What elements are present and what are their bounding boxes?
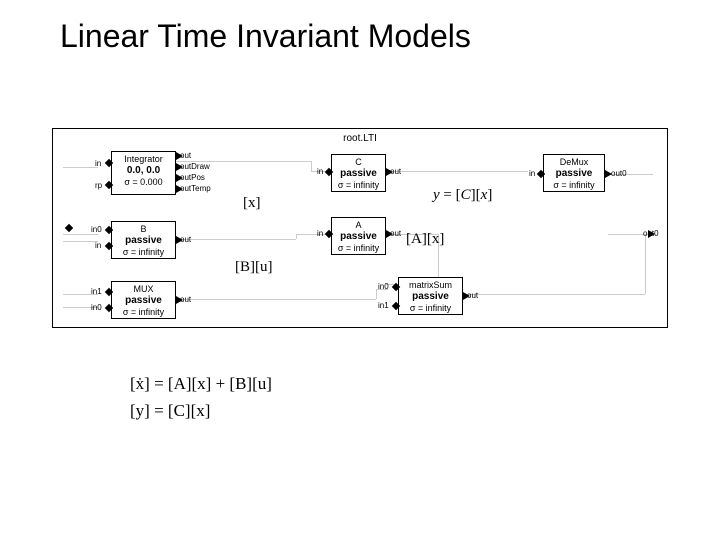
port-out-icon xyxy=(176,152,183,160)
slide-title: Linear Time Invariant Models xyxy=(60,18,471,55)
block-state: passive xyxy=(334,231,383,243)
equations: [ẋ] = [A][x] + [B][u] [y] = [C][x] xyxy=(130,370,272,424)
block-name: A xyxy=(334,220,383,231)
port-in-icon xyxy=(65,224,73,232)
block-state: passive xyxy=(334,168,383,180)
block-value: 0.0, 0.0 xyxy=(114,165,173,177)
wire xyxy=(311,161,312,171)
port-out-icon xyxy=(176,296,183,304)
wire xyxy=(465,294,645,295)
port-label: in1 xyxy=(378,301,389,310)
port-label: outDraw xyxy=(180,162,210,171)
block-state: passive xyxy=(401,291,460,303)
port-out-icon xyxy=(648,230,655,238)
block-name: B xyxy=(114,224,173,235)
block-sigma: σ = infinity xyxy=(334,243,383,254)
block-sigma: σ = infinity xyxy=(114,247,173,258)
port-label: in0 xyxy=(91,303,102,312)
math-label-Bu: [B][u] xyxy=(235,259,273,276)
port-label: out0 xyxy=(611,169,627,178)
wire xyxy=(63,234,98,235)
math-label-Ax: [A][x] xyxy=(406,231,444,248)
math-label-x: [x] xyxy=(243,195,261,212)
port-out-icon xyxy=(176,174,183,182)
block-B[interactable]: B passive σ = infinity xyxy=(111,221,176,259)
wire xyxy=(181,239,296,240)
block-name: matrixSum xyxy=(401,280,460,291)
port-label: outPos xyxy=(180,173,205,182)
block-A[interactable]: A passive σ = infinity xyxy=(331,217,386,255)
port-out-icon xyxy=(386,168,393,176)
block-name: MUX xyxy=(114,284,173,295)
block-sigma: σ = 0.000 xyxy=(114,177,173,188)
block-sigma: σ = infinity xyxy=(114,307,173,318)
wire xyxy=(63,241,98,242)
block-state: passive xyxy=(546,168,602,180)
wire xyxy=(513,171,528,172)
port-out-icon xyxy=(176,163,183,171)
port-out-icon xyxy=(463,292,470,300)
port-label: in xyxy=(317,167,323,176)
root-label: root.LTI xyxy=(343,133,377,144)
block-name: DeMux xyxy=(546,157,602,168)
port-label: in1 xyxy=(91,287,102,296)
equation-2: [y] = [C][x] xyxy=(130,397,272,424)
wire xyxy=(63,167,98,168)
wire xyxy=(181,299,376,300)
math-label-y: y = [C][x] xyxy=(433,187,492,204)
port-out-icon xyxy=(176,236,183,244)
block-name: C xyxy=(334,157,383,168)
port-out-icon xyxy=(176,185,183,193)
block-state: passive xyxy=(114,295,173,307)
port-label: in xyxy=(529,169,535,178)
port-out-icon xyxy=(605,170,612,178)
block-MUX[interactable]: MUX passive σ = infinity xyxy=(111,281,176,319)
block-name: Integrator xyxy=(114,154,173,165)
block-sigma: σ = infinity xyxy=(334,180,383,191)
block-sigma: σ = infinity xyxy=(401,303,460,314)
block-matrixSum[interactable]: matrixSum passive σ = infinity xyxy=(398,277,463,315)
block-DeMux[interactable]: DeMux passive σ = infinity xyxy=(543,154,605,192)
equation-1: [ẋ] = [A][x] + [B][u] xyxy=(130,370,272,397)
block-integrator[interactable]: Integrator 0.0, 0.0 σ = 0.000 xyxy=(111,151,176,195)
diagram-frame: root.LTI Integrator 0.0, 0.0 σ = 0.000 i… xyxy=(52,128,668,328)
wire xyxy=(645,234,646,294)
port-label: in0 xyxy=(378,282,389,291)
block-state: passive xyxy=(114,235,173,247)
block-C[interactable]: C passive σ = infinity xyxy=(331,154,386,192)
port-label: in xyxy=(95,241,101,250)
port-label: in xyxy=(317,229,323,238)
port-label: in xyxy=(95,159,101,168)
port-label: outTemp xyxy=(180,184,211,193)
port-out-icon xyxy=(386,230,393,238)
wire xyxy=(376,289,377,299)
wire xyxy=(388,171,513,172)
block-sigma: σ = infinity xyxy=(546,180,602,191)
port-label: in0 xyxy=(91,225,102,234)
port-label: rp xyxy=(95,181,102,190)
